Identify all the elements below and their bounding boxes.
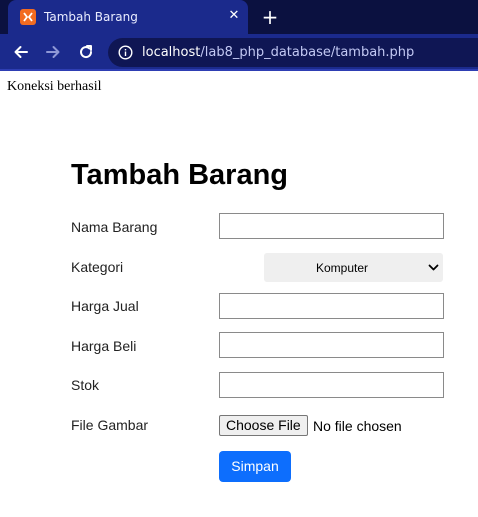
url-host: localhost bbox=[142, 45, 201, 60]
back-arrow-icon[interactable] bbox=[10, 41, 32, 63]
nama-barang-input[interactable] bbox=[219, 213, 444, 239]
url-path: /lab8_php_database/tambah.php bbox=[200, 45, 415, 60]
xampp-icon bbox=[20, 9, 36, 25]
forward-arrow-icon[interactable] bbox=[42, 41, 64, 63]
harga-beli-input[interactable] bbox=[219, 332, 444, 358]
plus-icon[interactable]: + bbox=[260, 7, 280, 27]
page-content: Koneksi berhasil Tambah Barang Nama Bara… bbox=[0, 73, 478, 517]
label-nama-barang: Nama Barang bbox=[71, 219, 158, 235]
browser-tabstrip: Tambah Barang ✕ + bbox=[0, 0, 478, 34]
browser-tab[interactable]: Tambah Barang ✕ bbox=[8, 0, 248, 34]
label-file-gambar: File Gambar bbox=[71, 417, 149, 433]
label-kategori: Kategori bbox=[71, 259, 124, 275]
address-bar[interactable]: localhost/lab8_php_database/tambah.php bbox=[108, 38, 478, 67]
browser-toolbar: localhost/lab8_php_database/tambah.php bbox=[0, 34, 478, 71]
url-text: localhost/lab8_php_database/tambah.php bbox=[142, 45, 414, 60]
simpan-button[interactable]: Simpan bbox=[219, 451, 291, 482]
kategori-select[interactable]: Komputer bbox=[264, 253, 443, 282]
close-icon[interactable]: ✕ bbox=[226, 8, 242, 24]
choose-file-button[interactable]: Choose File bbox=[219, 415, 308, 436]
reload-icon[interactable] bbox=[75, 41, 97, 63]
label-harga-jual: Harga Jual bbox=[71, 298, 139, 314]
label-harga-beli: Harga Beli bbox=[71, 338, 137, 354]
kategori-selected: Komputer bbox=[315, 261, 369, 275]
connection-status: Koneksi berhasil bbox=[7, 79, 102, 94]
info-icon[interactable] bbox=[118, 45, 133, 60]
chevron-down-icon bbox=[427, 261, 440, 274]
page-title: Tambah Barang bbox=[71, 159, 289, 191]
label-stok: Stok bbox=[71, 377, 100, 393]
harga-jual-input[interactable] bbox=[219, 293, 444, 319]
stok-input[interactable] bbox=[219, 372, 444, 398]
file-status: No file chosen bbox=[313, 418, 402, 434]
tab-title: Tambah Barang bbox=[44, 10, 138, 24]
